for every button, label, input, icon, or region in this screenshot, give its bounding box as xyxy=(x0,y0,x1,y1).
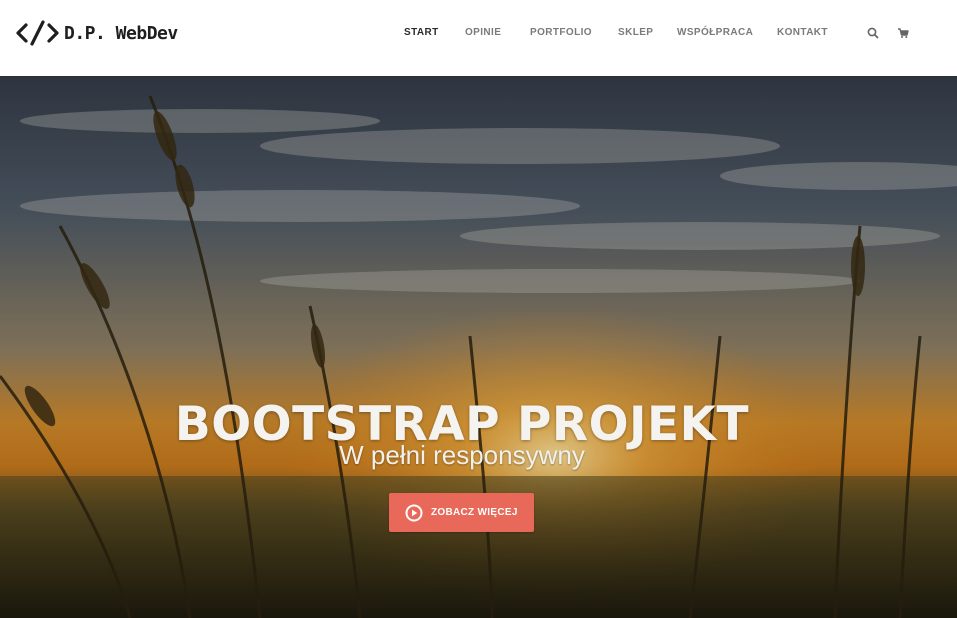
nav-item-kontakt[interactable]: KONTAKT xyxy=(777,27,828,38)
hero-section: BOOTSTRAP PROJEKT W pełni responsywny ZO… xyxy=(0,76,957,618)
hero-background-image xyxy=(0,76,957,618)
nav-item-wspolpraca[interactable]: WSPÓŁPRACA xyxy=(677,27,753,38)
nav-item-start[interactable]: START xyxy=(404,27,439,38)
search-icon[interactable] xyxy=(866,26,880,40)
navbar: D.P. WebDev START OPINIE PORTFOLIO SKLEP… xyxy=(0,0,957,76)
main-menu: START OPINIE PORTFOLIO SKLEP WSPÓŁPRACA … xyxy=(0,27,957,41)
cart-icon[interactable] xyxy=(896,26,910,40)
nav-item-portfolio[interactable]: PORTFOLIO xyxy=(530,27,592,38)
play-circle-icon xyxy=(405,504,423,521)
see-more-button[interactable]: ZOBACZ WIĘCEJ xyxy=(389,493,534,532)
see-more-label: ZOBACZ WIĘCEJ xyxy=(431,507,518,518)
nav-item-opinie[interactable]: OPINIE xyxy=(465,27,501,38)
nav-item-sklep[interactable]: SKLEP xyxy=(618,27,653,38)
hero-subtitle: W pełni responsywny xyxy=(339,440,585,470)
